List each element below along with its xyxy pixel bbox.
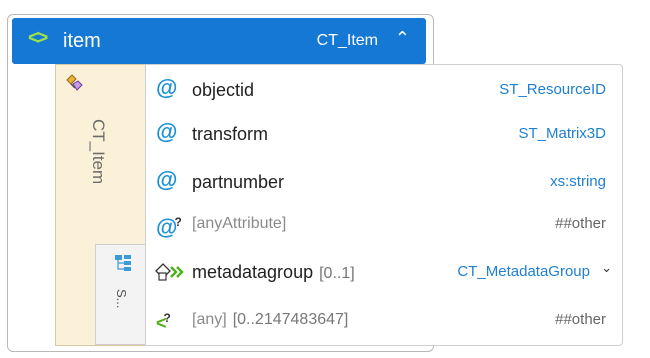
any-attribute-icon: @? — [156, 214, 182, 240]
chevron-double-down-icon[interactable]: ⌄ — [601, 260, 612, 276]
attribute-name: transform — [192, 124, 269, 144]
attributes-content: @ objectid ST_ResourceID @ transform ST_… — [145, 64, 623, 346]
attribute-name: [anyAttribute] — [192, 215, 287, 232]
child-row-any[interactable]: <? [any] [0..2147483647] ##other — [146, 297, 622, 341]
attribute-name: objectid — [192, 80, 255, 100]
sequence-label: S... — [114, 289, 129, 309]
child-type: ##other — [555, 311, 606, 328]
attribute-row-partnumber[interactable]: @ partnumber xs:string — [146, 159, 622, 203]
child-name: [any] [0..2147483647] — [192, 311, 349, 328]
element-type[interactable]: CT_Item — [317, 32, 378, 50]
sequence-icon — [115, 255, 131, 271]
at-sign-icon: @ — [156, 119, 178, 144]
complex-type-label: CT_Item — [89, 119, 108, 185]
attribute-type[interactable]: xs:string — [550, 173, 606, 191]
attribute-row-anyattribute[interactable]: @? [anyAttribute] ##other — [146, 201, 622, 245]
attribute-name: partnumber — [192, 172, 285, 192]
child-type[interactable]: CT_MetadataGroup — [457, 263, 590, 281]
attribute-type: ##other — [555, 215, 606, 232]
chevron-double-up-icon[interactable]: ⌃ — [395, 28, 410, 48]
element-header[interactable]: <> item CT_Item ⌃ — [12, 18, 426, 64]
child-row-metadatagroup[interactable]: metadatagroup [0..1] CT_MetadataGroup ⌄ — [146, 249, 622, 293]
child-name: metadatagroup [0..1] — [192, 262, 355, 282]
at-sign-icon: @ — [156, 75, 178, 100]
element-name: item — [63, 30, 101, 52]
complex-type-icon — [66, 74, 83, 91]
attribute-row-objectid[interactable]: @ objectid ST_ResourceID — [146, 67, 622, 111]
attribute-row-transform[interactable]: @ transform ST_Matrix3D — [146, 111, 622, 155]
sequence-panel[interactable]: S... — [95, 244, 145, 345]
element-tag-icon: <> — [28, 27, 48, 49]
any-element-icon: <? — [156, 311, 171, 333]
attribute-type[interactable]: ST_Matrix3D — [518, 125, 606, 143]
at-sign-icon: @ — [156, 167, 178, 192]
element-reference-icon — [155, 263, 184, 281]
attribute-type[interactable]: ST_ResourceID — [499, 81, 606, 99]
